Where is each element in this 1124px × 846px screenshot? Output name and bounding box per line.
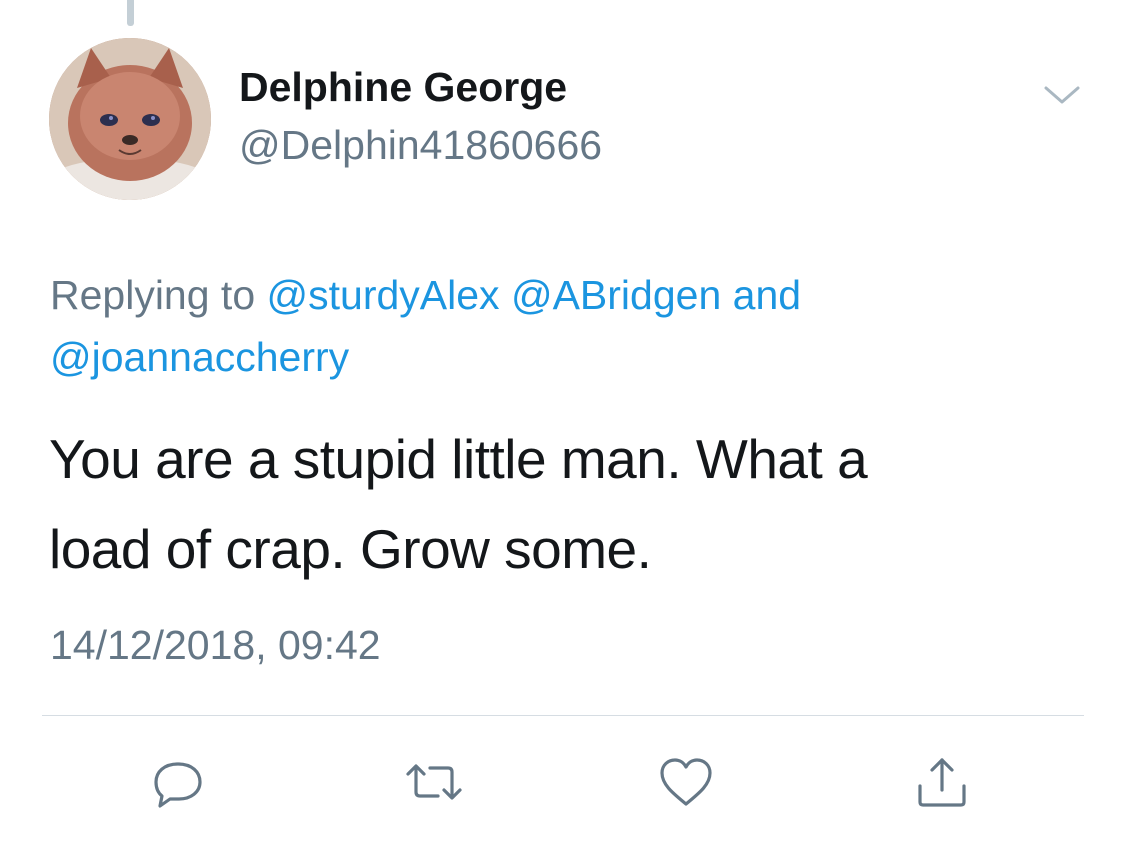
heart-icon <box>660 758 712 806</box>
share-button[interactable] <box>912 752 972 812</box>
tweet-text: You are a stupid little man. What a load… <box>49 414 1089 594</box>
thread-connector-line <box>127 0 134 26</box>
comment-icon <box>154 762 202 808</box>
author-display-name[interactable]: Delphine George <box>239 64 567 111</box>
replying-to-conjunction[interactable]: and <box>733 272 801 318</box>
retweet-button[interactable] <box>404 752 464 812</box>
replying-to: Replying to @sturdyAlex @ABridgen and @j… <box>50 264 1050 388</box>
kitten-avatar-image <box>49 38 211 200</box>
like-button[interactable] <box>656 752 716 812</box>
author-handle[interactable]: @Delphin41860666 <box>239 122 602 169</box>
replying-to-prefix: Replying to <box>50 272 256 318</box>
mention-link[interactable]: @ABridgen <box>511 272 721 318</box>
tweet-timestamp[interactable]: 14/12/2018, 09:42 <box>50 622 381 669</box>
chevron-down-icon[interactable] <box>1040 80 1084 108</box>
tweet-text-line: load of crap. Grow some. <box>49 518 652 580</box>
tweet-text-line: You are a stupid little man. What a <box>49 428 868 490</box>
divider <box>42 715 1084 716</box>
mention-link[interactable]: @joannaccherry <box>50 334 349 380</box>
reply-button[interactable] <box>148 752 208 812</box>
share-icon <box>918 758 966 807</box>
avatar[interactable] <box>49 38 211 200</box>
retweet-icon <box>406 764 462 800</box>
mention-link[interactable]: @sturdyAlex <box>267 272 500 318</box>
